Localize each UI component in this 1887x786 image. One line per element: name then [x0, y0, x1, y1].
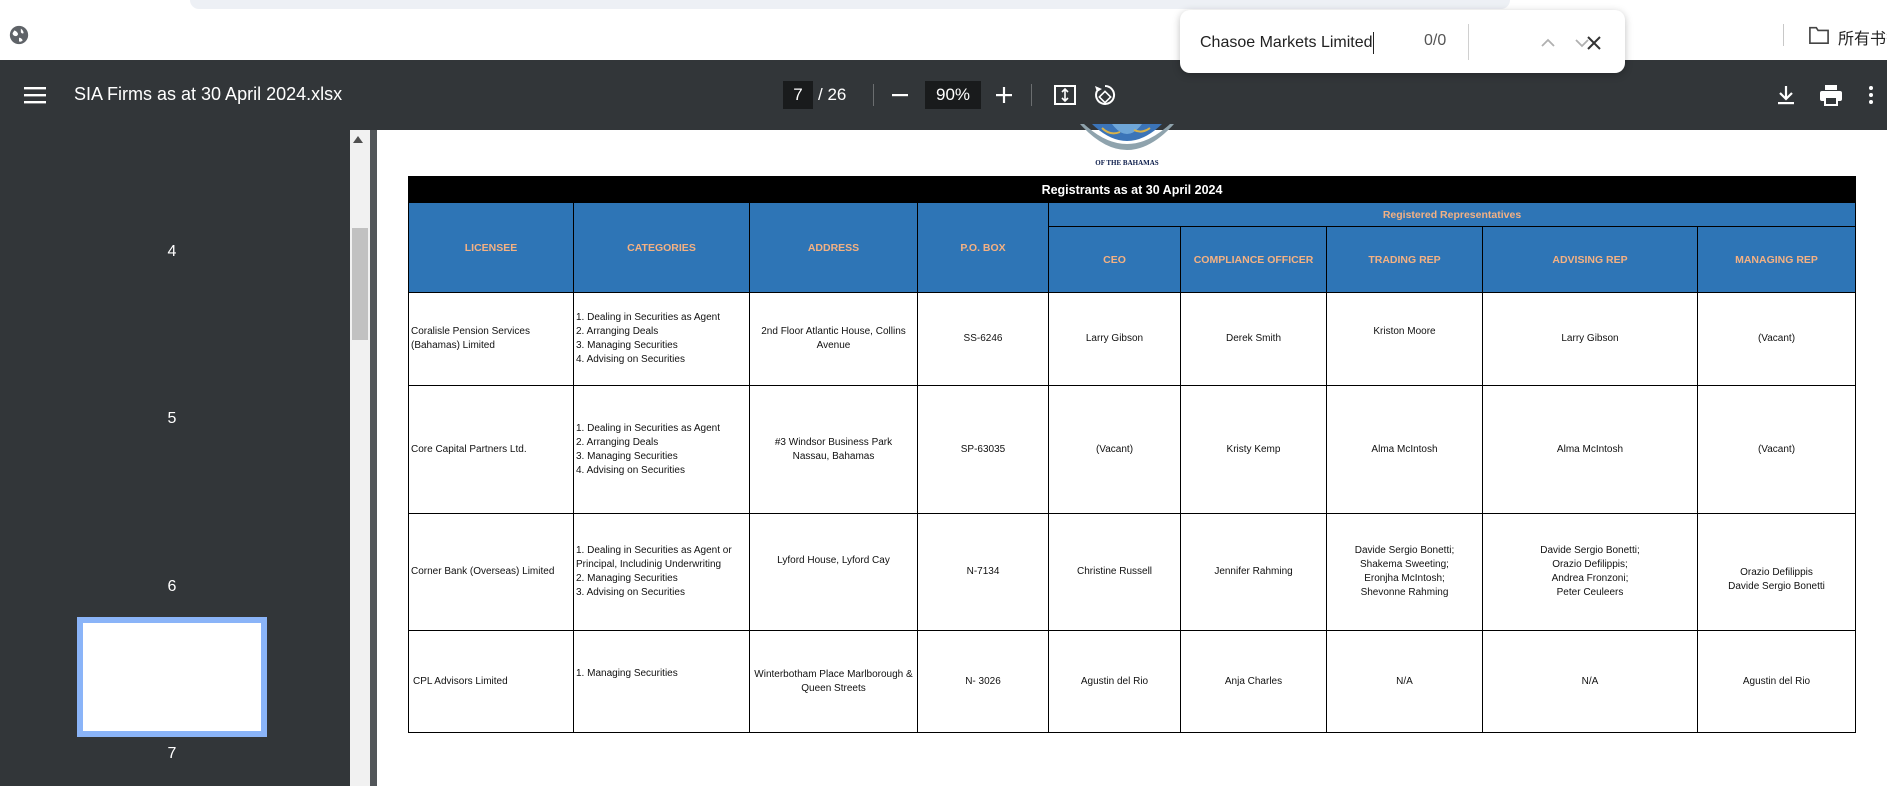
- find-input[interactable]: [1200, 32, 1400, 54]
- cell-ceo: (Vacant): [1048, 385, 1181, 514]
- header-address: ADDRESS: [749, 202, 918, 293]
- thumbnail-label-7[interactable]: 7: [0, 745, 344, 763]
- scroll-up-arrow[interactable]: [353, 136, 363, 143]
- find-separator: [1468, 24, 1469, 60]
- fit-to-page-icon[interactable]: [1053, 84, 1077, 106]
- cell-advising-rep: Alma McIntosh: [1482, 385, 1698, 514]
- page-number-input[interactable]: 7: [783, 81, 813, 109]
- header-trading-rep: TRADING REP: [1326, 226, 1483, 293]
- download-icon[interactable]: [1775, 84, 1797, 106]
- text-caret: [1373, 32, 1374, 54]
- close-icon[interactable]: [1586, 35, 1602, 51]
- cell-advising-rep: Davide Sergio Bonetti; Orazio Defilippis…: [1482, 513, 1698, 631]
- cell-compliance-officer: Anja Charles: [1180, 630, 1327, 733]
- globe-icon[interactable]: [8, 24, 30, 46]
- zoom-level-input[interactable]: 90%: [925, 81, 981, 109]
- cell-trading-rep: Davide Sergio Bonetti; Shakema Sweeting;…: [1326, 513, 1483, 631]
- cell-advising-rep: N/A: [1482, 630, 1698, 733]
- cell-licensee: Core Capital Partners Ltd.: [408, 385, 574, 514]
- cell-po-box: N-7134: [917, 513, 1049, 631]
- print-icon[interactable]: [1818, 83, 1844, 107]
- bookmark-separator: [1783, 24, 1784, 46]
- thumbnail-label-4[interactable]: 4: [0, 243, 344, 261]
- cell-ceo: Larry Gibson: [1048, 292, 1181, 386]
- table-row: Core Capital Partners Ltd. 1. Dealing in…: [408, 385, 1856, 514]
- cell-trading-rep: N/A: [1326, 630, 1483, 733]
- cell-licensee: Coralisle Pension Services (Bahamas) Lim…: [408, 292, 574, 386]
- cell-categories: 1. Dealing in Securities as Agent 2. Arr…: [573, 385, 750, 514]
- cell-managing-rep: (Vacant): [1697, 385, 1856, 514]
- address-bar[interactable]: [190, 0, 1510, 9]
- cell-trading-rep: Kriston Moore: [1326, 292, 1483, 386]
- header-licensee: LICENSEE: [408, 202, 574, 293]
- chevron-up-icon: [1541, 38, 1555, 47]
- table-row: Corner Bank (Overseas) Limited 1. Dealin…: [408, 513, 1856, 631]
- find-bar: 0/0: [1180, 10, 1625, 73]
- cell-address: Lyford House, Lyford Cay: [749, 513, 918, 631]
- zoom-in-icon[interactable]: [994, 85, 1014, 105]
- menu-icon[interactable]: [22, 84, 48, 106]
- cell-licensee: CPL Advisors Limited: [408, 630, 574, 733]
- rotate-icon[interactable]: [1092, 82, 1118, 108]
- logo-text: OF THE BAHAMAS: [1095, 159, 1159, 167]
- cell-address: Winterbotham Place Marlborough & Queen S…: [749, 630, 918, 733]
- cell-compliance-officer: Derek Smith: [1180, 292, 1327, 386]
- toolbar-separator: [1031, 84, 1032, 106]
- table-row: Coralisle Pension Services (Bahamas) Lim…: [408, 292, 1856, 386]
- header-compliance-officer: COMPLIANCE OFFICER: [1180, 226, 1327, 293]
- thumbnail-page-7-selected[interactable]: [77, 617, 267, 737]
- cell-categories: 1. Dealing in Securities as Agent 2. Arr…: [573, 292, 750, 386]
- cell-categories: 1. Managing Securities: [573, 630, 750, 733]
- header-advising-rep: ADVISING REP: [1482, 226, 1698, 293]
- cell-po-box: SP-63035: [917, 385, 1049, 514]
- cell-managing-rep: Orazio Defilippis Davide Sergio Bonetti: [1697, 513, 1856, 631]
- more-options-icon[interactable]: [1866, 84, 1876, 106]
- cell-managing-rep: Agustin del Rio: [1697, 630, 1856, 733]
- cell-advising-rep: Larry Gibson: [1482, 292, 1698, 386]
- cell-compliance-officer: Jennifer Rahming: [1180, 513, 1327, 631]
- cell-address: 2nd Floor Atlantic House, Collins Avenue: [749, 292, 918, 386]
- zoom-out-icon[interactable]: [890, 85, 910, 105]
- cell-po-box: N- 3026: [917, 630, 1049, 733]
- folder-icon[interactable]: [1808, 25, 1830, 45]
- header-ceo: CEO: [1048, 226, 1181, 293]
- cell-compliance-officer: Kristy Kemp: [1180, 385, 1327, 514]
- find-result-count: 0/0: [1424, 32, 1447, 49]
- document-title: SIA Firms as at 30 April 2024.xlsx: [74, 84, 343, 104]
- cell-ceo: Agustin del Rio: [1048, 630, 1181, 733]
- securities-commission-logo: OF THE BAHAMAS: [1080, 124, 1174, 167]
- cell-ceo: Christine Russell: [1048, 513, 1181, 631]
- all-bookmarks-label[interactable]: 所有书签: [1838, 25, 1887, 49]
- thumbnail-label-5[interactable]: 5: [0, 410, 344, 428]
- cell-licensee: Corner Bank (Overseas) Limited: [408, 513, 574, 631]
- cell-managing-rep: (Vacant): [1697, 292, 1856, 386]
- header-managing-rep: MANAGING REP: [1697, 226, 1856, 293]
- header-po-box: P.O. BOX: [917, 202, 1049, 293]
- cell-address: #3 Windsor Business Park Nassau, Bahamas: [749, 385, 918, 514]
- cell-trading-rep: Alma McIntosh: [1326, 385, 1483, 514]
- toolbar-separator: [873, 84, 874, 106]
- table-row: CPL Advisors Limited 1. Managing Securit…: [408, 630, 1856, 733]
- header-registered-representatives: Registered Representatives: [1048, 202, 1856, 227]
- header-categories: CATEGORIES: [573, 202, 750, 293]
- scrollbar-thumb[interactable]: [352, 228, 368, 340]
- table-caption: Registrants as at 30 April 2024: [408, 176, 1856, 203]
- thumbnail-label-6[interactable]: 6: [0, 578, 344, 596]
- cell-po-box: SS-6246: [917, 292, 1049, 386]
- page-total: / 26: [818, 85, 847, 104]
- find-previous-button[interactable]: [1534, 30, 1562, 56]
- cell-categories: 1. Dealing in Securities as Agent or Pri…: [573, 513, 750, 631]
- registrants-table: Registrants as at 30 April 2024 LICENSEE…: [408, 176, 1856, 733]
